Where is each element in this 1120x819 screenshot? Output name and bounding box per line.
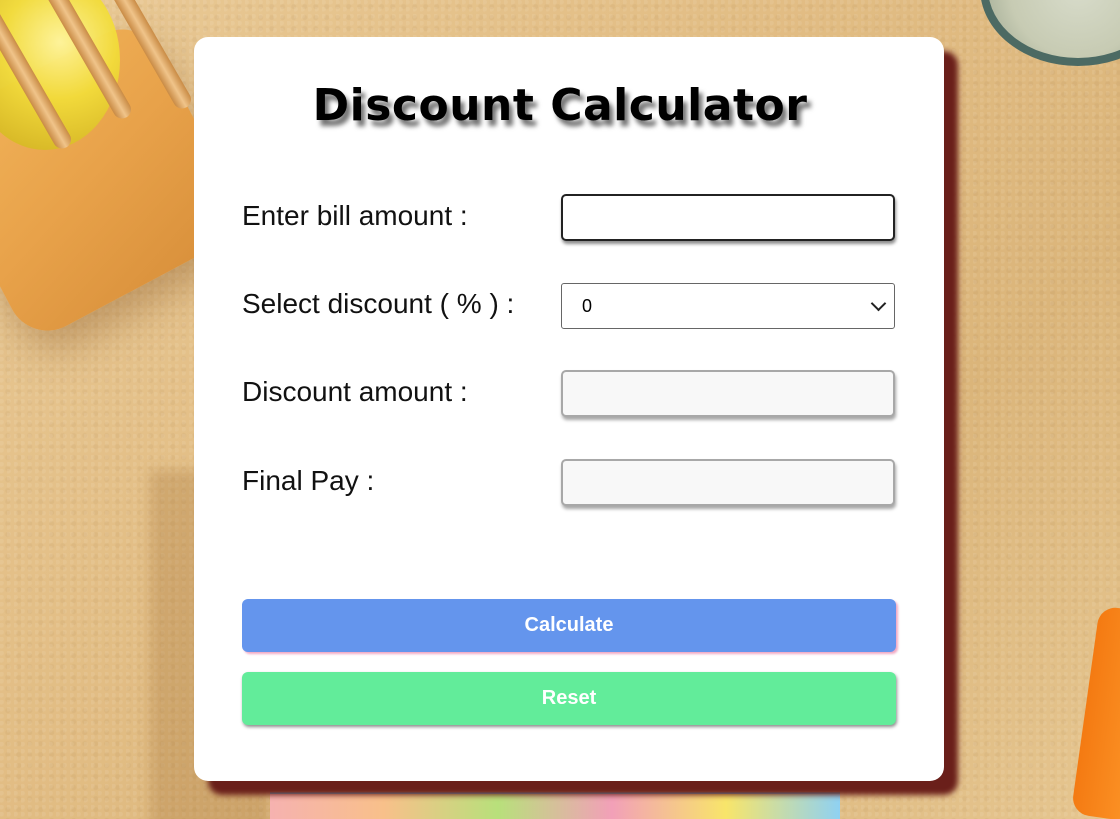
discount-amount-field[interactable] bbox=[561, 370, 895, 417]
bill-amount-label: Enter bill amount : bbox=[242, 200, 468, 231]
discount-select-label: Select discount ( % ) : bbox=[242, 288, 515, 319]
background-sticky-notes bbox=[270, 792, 840, 819]
discount-select-value: 0 bbox=[582, 295, 593, 316]
page-title: Discount Calculator bbox=[312, 80, 808, 131]
final-pay-field[interactable] bbox=[561, 459, 895, 506]
background-tape-ring bbox=[980, 0, 1120, 66]
chevron-down-icon bbox=[870, 295, 887, 312]
discount-amount-label: Discount amount : bbox=[242, 376, 468, 407]
reset-button[interactable]: Reset bbox=[242, 672, 896, 725]
bill-amount-input[interactable] bbox=[561, 194, 895, 241]
discount-select[interactable]: 0 bbox=[561, 283, 895, 329]
background-orange-object bbox=[1070, 605, 1120, 819]
final-pay-label: Final Pay : bbox=[242, 465, 375, 496]
calculate-button[interactable]: Calculate bbox=[242, 599, 896, 652]
